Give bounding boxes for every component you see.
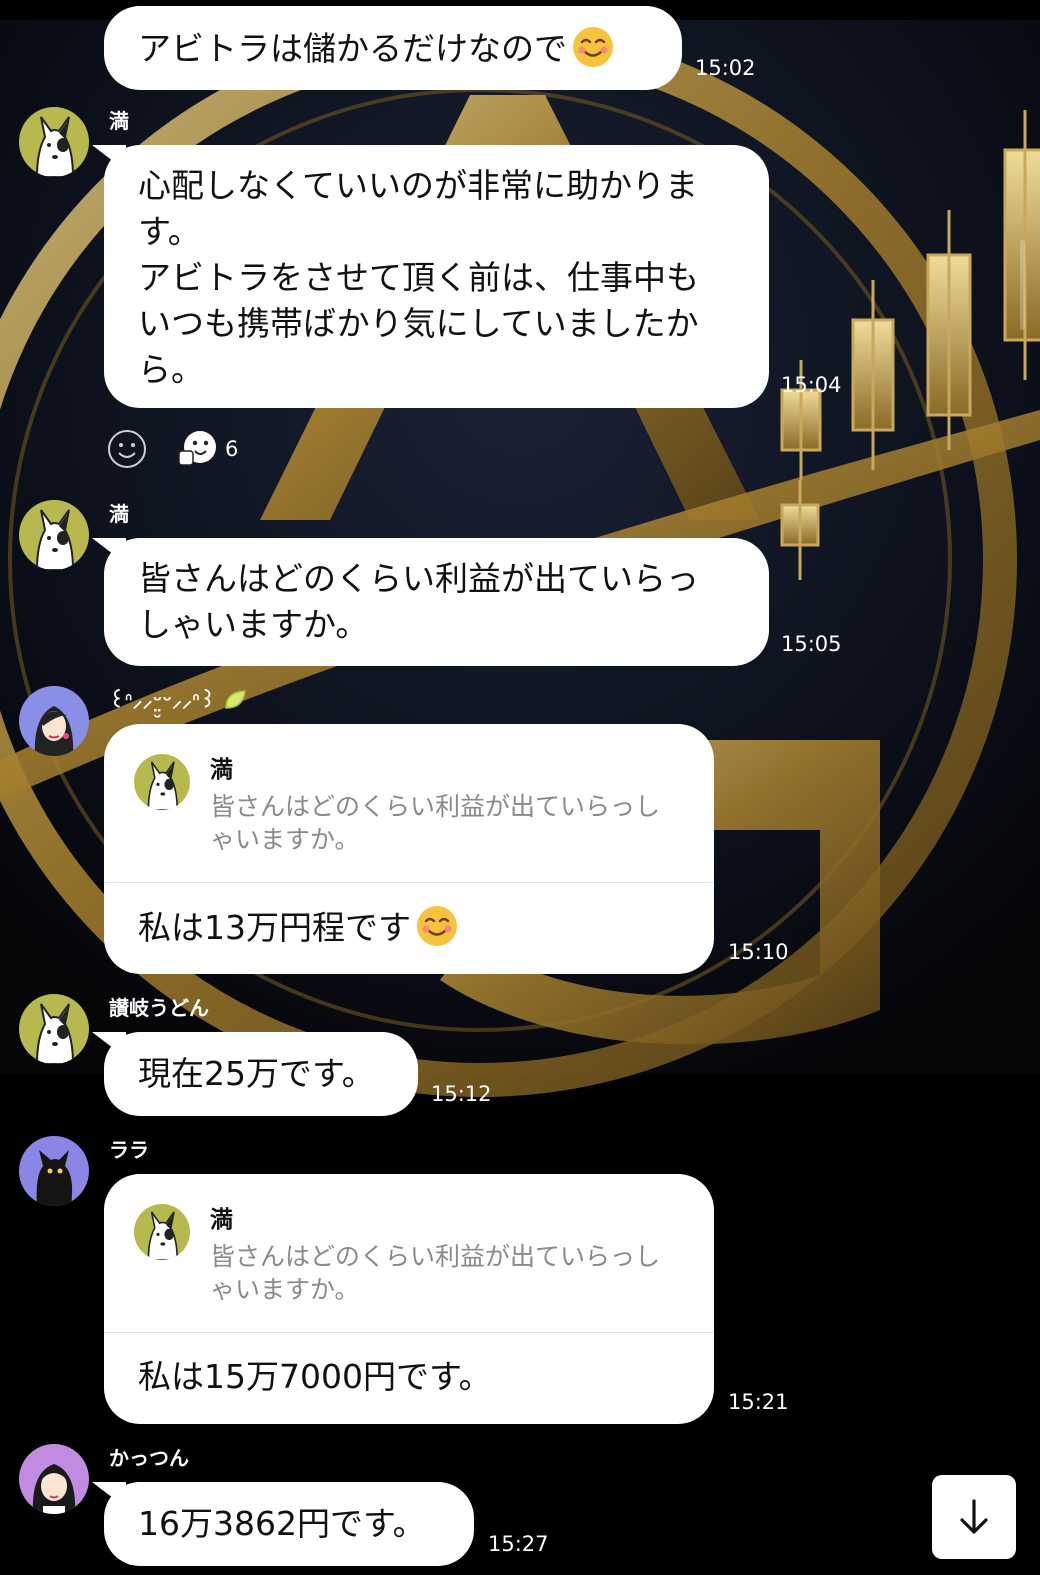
sender-name: 満 bbox=[109, 502, 129, 526]
sender-name: 讃岐うどん bbox=[109, 996, 209, 1020]
message-text: 私は15万7000円です。 bbox=[138, 1357, 492, 1396]
smiling-face-icon bbox=[417, 906, 457, 946]
girl-avatar[interactable] bbox=[19, 1444, 89, 1514]
smiling-face-icon bbox=[573, 27, 613, 67]
sender-name: かっつん bbox=[109, 1446, 189, 1470]
message-bubble[interactable]: アビトラは儲かるだけなので bbox=[104, 6, 682, 90]
scroll-to-bottom-button[interactable] bbox=[932, 1475, 1016, 1559]
dog-avatar[interactable] bbox=[19, 500, 89, 570]
sender-name: ララ bbox=[109, 1138, 149, 1162]
message-text: 現在25万です。 bbox=[138, 1054, 375, 1093]
chat-message-list: アビトラは儲かるだけなので 15:02 満 心配しなくていいのが非常に助かりま … bbox=[0, 0, 1040, 1575]
message-time: 15:27 bbox=[488, 1532, 549, 1556]
message-text: 心配しなくていいのが非常に助かりま す。 アビトラをさせて頂く前は、仕事中も い… bbox=[138, 166, 699, 389]
message-time: 15:21 bbox=[728, 1390, 789, 1414]
quoted-sender-name: 満 bbox=[210, 757, 233, 783]
reply-message-bubble[interactable]: 満 皆さんはどのくらい利益が出ていらっし ゃいますか。 私は15万7000円です… bbox=[104, 1174, 714, 1424]
message-text: アビトラは儲かるだけなので bbox=[138, 25, 648, 72]
message-text: 私は13万円程です bbox=[138, 904, 459, 951]
quoted-message[interactable]: 満 皆さんはどのくらい利益が出ていらっし ゃいますか。 bbox=[104, 724, 714, 883]
sender-name: 満 bbox=[109, 109, 129, 133]
woman-avatar[interactable] bbox=[19, 686, 89, 756]
dog-avatar[interactable] bbox=[19, 994, 89, 1064]
quoted-text: 皆さんはどのくらい利益が出ていらっし ゃいますか。 bbox=[210, 792, 661, 854]
message-bubble[interactable]: 現在25万です。 bbox=[104, 1032, 418, 1116]
lime-icon bbox=[224, 690, 246, 709]
message-text: 16万3862円です。 bbox=[138, 1504, 426, 1543]
message-bubble[interactable]: 皆さんはどのくらい利益が出ていらっ しゃいますか。 bbox=[104, 538, 769, 666]
message-time: 15:02 bbox=[695, 56, 756, 80]
dog-avatar bbox=[134, 754, 190, 810]
message-time: 15:12 bbox=[431, 1082, 492, 1106]
dog-avatar bbox=[134, 1204, 190, 1260]
message-time: 15:10 bbox=[728, 940, 789, 964]
message-bubble[interactable]: 16万3862円です。 bbox=[104, 1482, 474, 1566]
message-text: 皆さんはどのくらい利益が出ていらっ しゃいますか。 bbox=[138, 559, 699, 644]
reply-message-bubble[interactable]: 満 皆さんはどのくらい利益が出ていらっし ゃいますか。 私は13万円程です bbox=[104, 724, 714, 974]
message-time: 15:05 bbox=[781, 632, 842, 656]
quoted-text: 皆さんはどのくらい利益が出ていらっし ゃいますか。 bbox=[210, 1242, 661, 1304]
reaction-count: 6 bbox=[225, 437, 239, 461]
message-time: 15:04 bbox=[781, 373, 842, 397]
cat-avatar[interactable] bbox=[19, 1136, 89, 1206]
add-reaction-icon[interactable] bbox=[107, 429, 147, 469]
quoted-message[interactable]: 満 皆さんはどのくらい利益が出ていらっし ゃいますか。 bbox=[104, 1174, 714, 1333]
message-bubble[interactable]: 心配しなくていいのが非常に助かりま す。 アビトラをさせて頂く前は、仕事中も い… bbox=[104, 145, 769, 408]
sender-name: ꒰ᐢ⸝⸝ᵕ̤̮ᵕ⸝⸝ᐢ꒱ bbox=[109, 688, 249, 712]
arrow-down-icon bbox=[960, 1499, 988, 1534]
thumbs-up-face-icon[interactable] bbox=[175, 427, 219, 471]
dog-avatar[interactable] bbox=[19, 107, 89, 177]
quoted-sender-name: 満 bbox=[210, 1207, 233, 1233]
